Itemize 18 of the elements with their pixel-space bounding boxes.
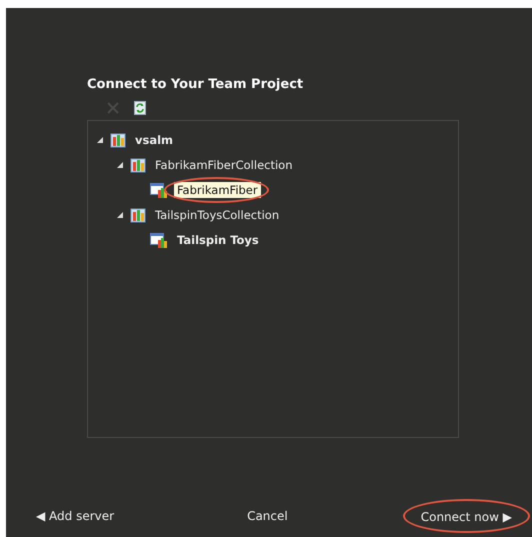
tree-item[interactable]: Tailspin Toys [174,232,262,248]
project-icon [150,232,168,248]
collection-icon [110,132,126,148]
tree-item[interactable]: TailspinToysCollection [152,206,282,222]
refresh-icon[interactable] [134,101,146,115]
dialog-title: Connect to Your Team Project [87,77,304,92]
add-server-button[interactable]: ◀ Add server [32,507,118,525]
project-icon [150,182,168,198]
connect-now-button[interactable]: Connect now ▶ [416,508,516,526]
tree-item[interactable]: FabrikamFiber [174,182,261,198]
expand-icon[interactable] [116,210,124,218]
collection-icon [130,206,146,222]
tree-item[interactable]: FabrikamFiberCollection [152,156,296,172]
collection-icon [130,156,146,172]
expand-icon[interactable] [96,136,104,144]
cancel-button[interactable]: Cancel [243,507,292,525]
expand-icon[interactable] [116,160,124,168]
tree-item[interactable]: vsalm [132,132,176,148]
